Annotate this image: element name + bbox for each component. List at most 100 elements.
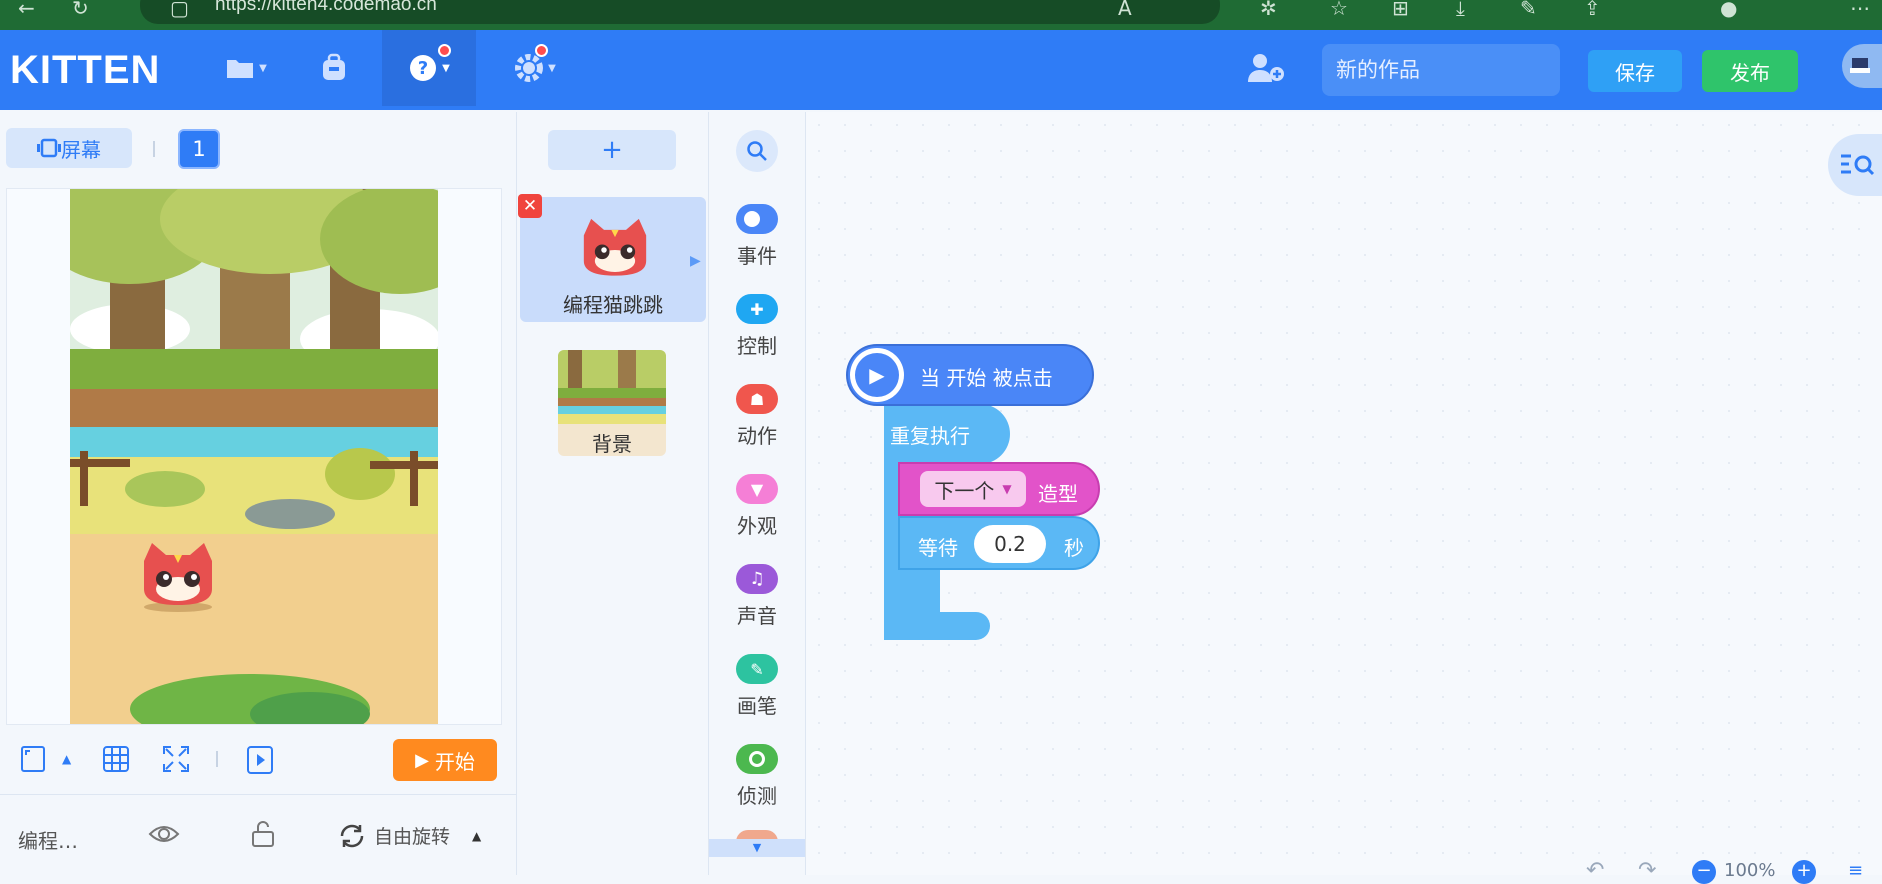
divider [216,751,218,767]
costume-dropdown[interactable]: 下一个 ▼ [920,471,1026,507]
undo-icon[interactable]: ↶ [1586,858,1604,883]
cat-sprite-thumbnail [583,218,647,276]
category-control[interactable]: ✚ 控制 [709,294,805,359]
start-label: 开始 [434,751,475,774]
category-sensing[interactable]: 侦测 [709,744,805,809]
save-button[interactable]: 保存 [1588,50,1682,92]
zoom-level: 100% [1724,860,1776,881]
lock-toggle[interactable] [250,820,276,852]
stage-frame [6,188,502,725]
svg-text:?: ? [418,58,428,79]
extensions-icon[interactable]: ✲ [1260,0,1277,20]
notification-dot [535,44,548,57]
toggle-icon [736,204,778,234]
preview-device-button[interactable] [246,745,274,779]
favorites-icon[interactable]: ☆ [1330,0,1348,20]
visibility-toggle[interactable] [148,822,180,850]
url-text[interactable]: https://kitten4.codemao.cn [215,0,437,16]
unlock-icon [252,821,274,847]
play-circle-icon: ▶ [850,348,904,402]
user-avatar-icon [1850,58,1870,73]
next-costume-block[interactable]: 下一个 ▼ 造型 [898,462,1100,516]
profile-icon[interactable]: ● [1720,0,1737,20]
current-sprite-name[interactable]: 编程… [18,825,78,854]
category-events[interactable]: 事件 [709,204,805,269]
help-icon: ? [410,55,437,81]
sprite-card[interactable]: ✕ ▶ 编程猫跳跳 [518,194,706,322]
category-label: 声音 [737,604,777,628]
costume-dropdown-value: 下一个 [934,478,995,503]
category-pen[interactable]: ✎ 画笔 [709,654,805,719]
cat-sprite-on-stage[interactable] [138,541,218,613]
settings-menu-button[interactable]: ▼ [500,30,570,106]
fullscreen-button[interactable] [162,745,190,777]
chevron-down-icon: ▼ [752,841,762,854]
organize-blocks-icon[interactable]: ≡ [1848,860,1863,881]
wait-seconds-input[interactable]: 0.2 [974,525,1046,563]
background-label: 背景 [592,432,632,456]
rotation-mode-selector[interactable]: 自由旋转 ▲ [338,822,481,849]
when-start-clicked-block[interactable]: ▶ 当 开始 被点击 [846,344,1094,406]
redo-icon[interactable]: ↷ [1638,858,1656,883]
notification-dot [438,44,451,57]
background-card[interactable]: 背景 [558,350,666,456]
category-sound[interactable]: ♫ 声音 [709,564,805,629]
block-search-button[interactable] [736,130,778,172]
eye-icon [148,826,180,842]
folder-icon [227,60,254,78]
repeat-forever-block[interactable]: 重复执行 [876,408,1026,458]
sprite-name: 编程猫跳跳 [563,293,663,317]
tablet-play-icon [247,746,273,774]
backpack-button[interactable] [304,30,364,106]
read-aloud-icon[interactable]: A [1118,0,1132,20]
back-icon[interactable]: ← [18,0,35,20]
project-title-input[interactable] [1322,44,1560,96]
lock-icon: ▢ [170,0,189,20]
category-label: 侦测 [737,784,777,808]
code-search-button[interactable] [1828,134,1882,196]
file-menu-button[interactable]: ▼ [210,30,282,106]
divider [0,794,516,795]
help-menu-button[interactable]: ? ▼ [382,30,476,106]
share-icon[interactable]: ⇪ [1584,0,1601,20]
collections-icon[interactable]: ⊞ [1392,0,1409,20]
start-button[interactable]: ▶ 开始 [393,739,497,781]
category-label: 画笔 [737,694,777,718]
stage-size-button[interactable] [20,745,46,777]
chevron-right-icon[interactable]: ▶ [690,253,701,269]
screen-label: 屏幕 [61,137,101,162]
downloads-icon[interactable]: ⤓ [1456,0,1465,20]
refresh-icon[interactable]: ↻ [72,0,89,20]
wait-seconds-block[interactable]: 等待 0.2 秒 [898,516,1100,570]
rotate-icon [340,824,364,847]
category-looks[interactable]: ▼ 外观 [709,474,805,539]
zoom-out-button[interactable]: − [1692,860,1716,884]
screen-button[interactable]: 屏幕 [6,128,132,168]
code-workspace[interactable]: ▶ 当 开始 被点击 重复执行 下一个 ▼ 造型 等待 0.2 秒 ↶ ↷ − … [806,112,1882,884]
scroll-down-button[interactable]: ▼ [709,839,805,857]
more-icon[interactable]: ⋯ [1850,0,1870,20]
add-user-icon [1248,54,1284,82]
sensor-icon [736,744,778,774]
grid-toggle-button[interactable] [102,745,130,777]
publish-button[interactable]: 发布 [1702,50,1798,92]
close-icon[interactable]: ✕ [518,194,542,218]
chevron-up-icon[interactable]: ▲ [62,752,71,766]
grid-icon [103,746,129,772]
avatar[interactable] [1842,44,1882,88]
add-sprite-button[interactable]: + [548,130,676,170]
add-collaborator-button[interactable] [1242,30,1290,106]
divider [153,141,155,157]
category-motion[interactable]: ☗ 动作 [709,384,805,449]
search-icon [747,141,767,161]
category-label: 事件 [737,244,777,268]
stage-canvas[interactable] [70,189,438,724]
chevron-down-icon: ▼ [442,62,450,74]
rotation-mode-label: 自由旋转 [374,826,451,848]
gamepad-icon: ✚ [736,294,778,324]
zoom-in-button[interactable]: + [1792,860,1816,884]
draw-icon[interactable]: ✎ [1520,0,1537,20]
screen-page-button[interactable]: 1 [178,129,220,169]
block-category-bar: 事件 ✚ 控制 ☗ 动作 ▼ 外观 ♫ 声音 ✎ 画笔 侦测 ▼ [709,112,806,875]
chevron-down-icon: ▼ [259,62,267,74]
